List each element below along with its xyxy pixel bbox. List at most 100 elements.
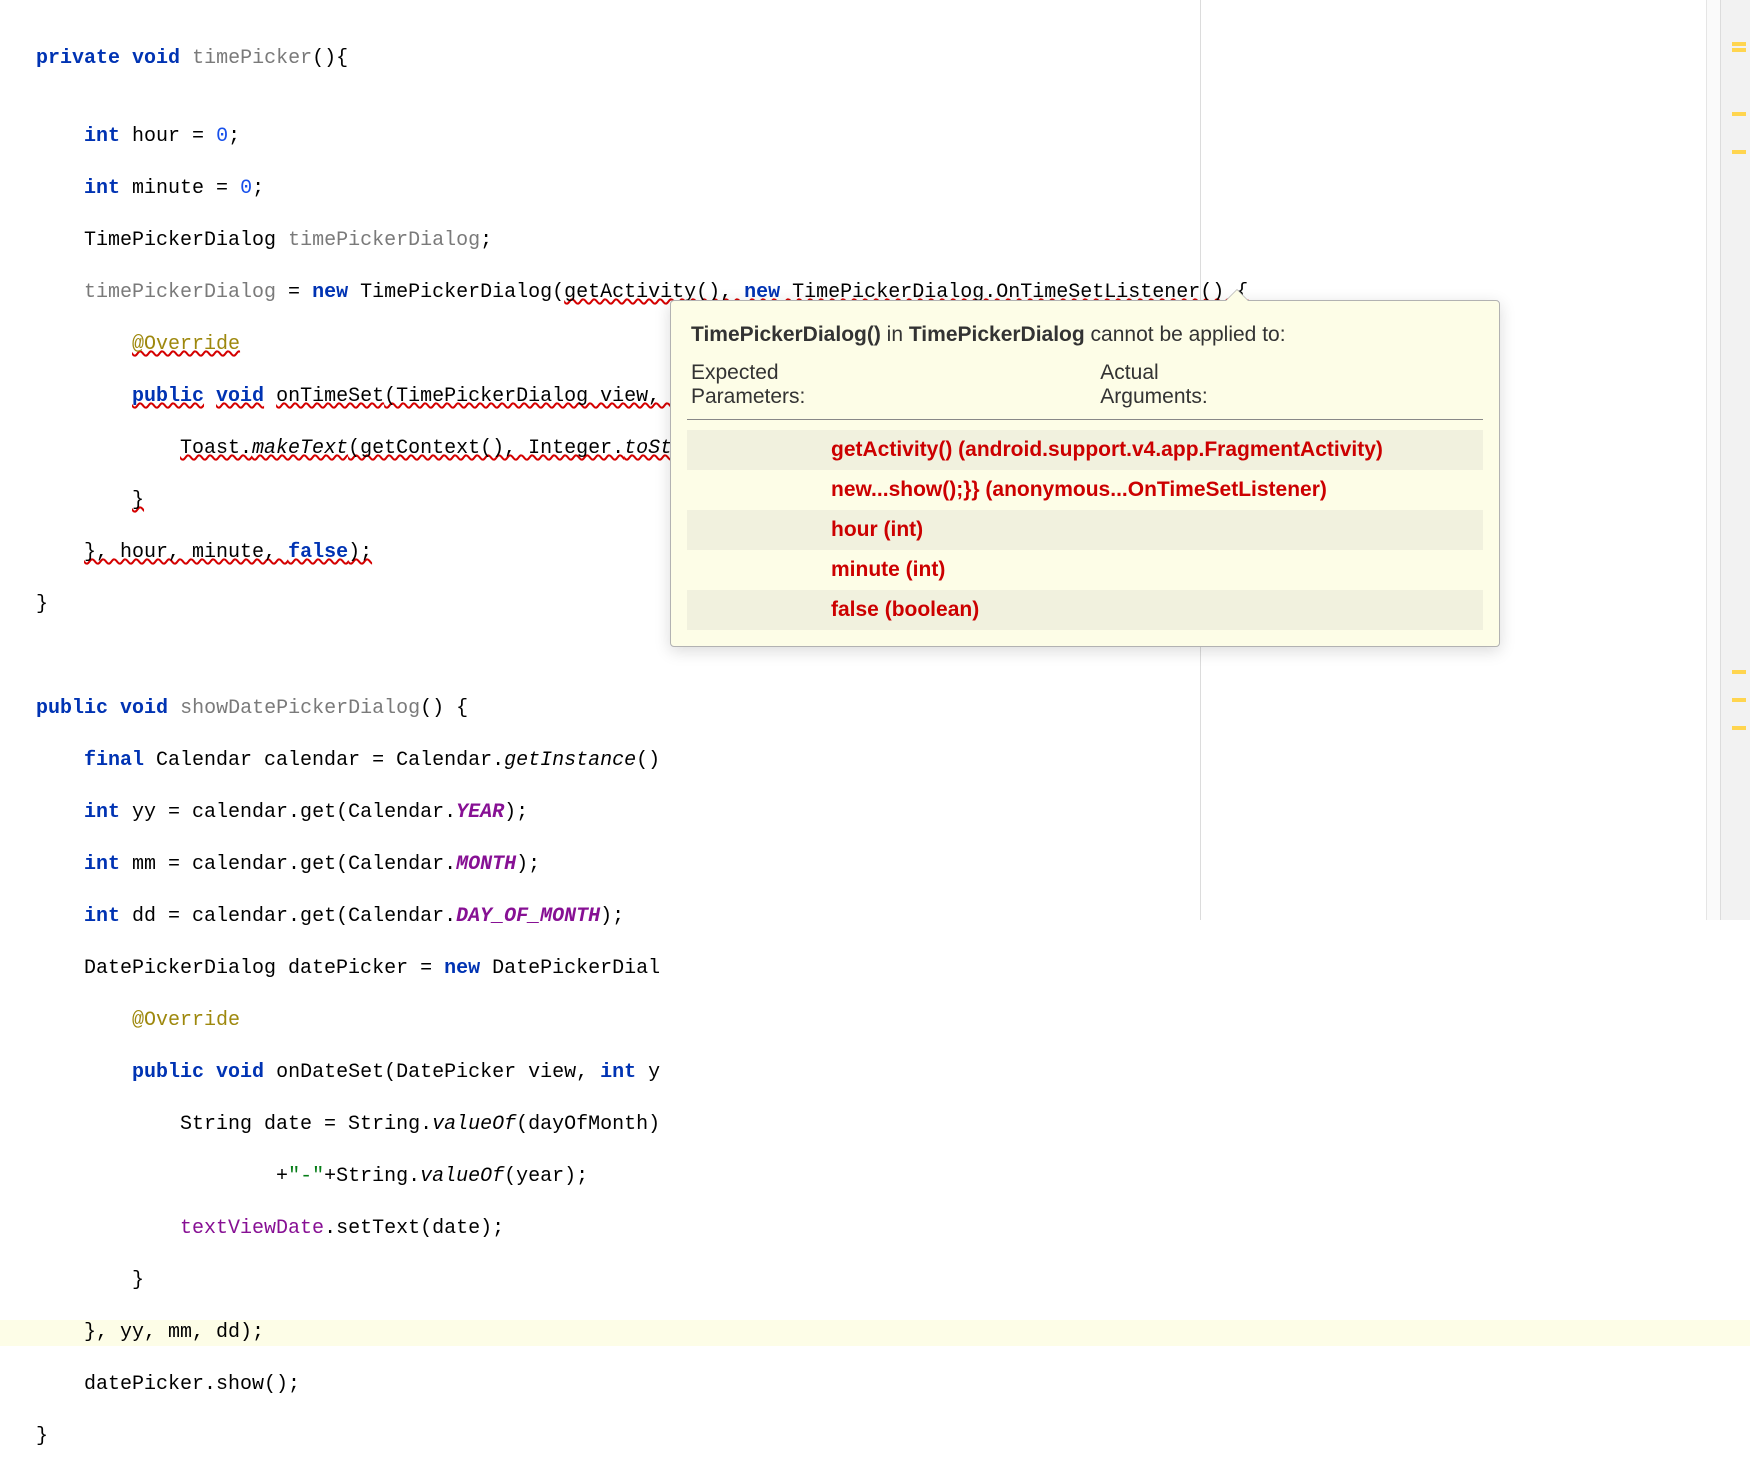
code-text: } bbox=[36, 593, 48, 616]
keyword: int bbox=[84, 853, 120, 876]
code-line[interactable]: int minute = 0; bbox=[0, 176, 1750, 202]
code-line[interactable]: } bbox=[0, 1268, 1750, 1294]
code-line[interactable]: final Calendar calendar = Calendar.getIn… bbox=[0, 748, 1750, 774]
code-text: (){ bbox=[312, 47, 348, 70]
code-line[interactable]: TimePickerDialog timePickerDialog; bbox=[0, 228, 1750, 254]
code-text: datePicker.show(); bbox=[84, 1373, 300, 1396]
method-name: showDatePickerDialog bbox=[180, 697, 420, 720]
code-line[interactable]: int dd = calendar.get(Calendar.DAY_OF_MO… bbox=[0, 904, 1750, 930]
constant: MONTH bbox=[456, 853, 516, 876]
method-name: timePicker bbox=[192, 47, 312, 70]
error-span: (getContext(), Integer. bbox=[348, 437, 624, 460]
code-line[interactable]: DatePickerDialog datePicker = new DatePi… bbox=[0, 956, 1750, 982]
error-span: } bbox=[132, 489, 144, 512]
keyword: final bbox=[84, 749, 144, 772]
param-actual: minute (int) bbox=[827, 550, 1483, 590]
annotation: @Override bbox=[132, 1009, 240, 1032]
code-text: TimePickerDialog bbox=[84, 229, 288, 252]
code-text: dd = calendar.get(Calendar. bbox=[120, 905, 456, 928]
code-text: (DatePicker view, bbox=[384, 1061, 600, 1084]
param-expected bbox=[687, 470, 827, 510]
static-method: valueOf bbox=[420, 1165, 504, 1188]
code-text: yy = calendar.get(Calendar. bbox=[120, 801, 456, 824]
keyword: int bbox=[84, 125, 120, 148]
code-text: (year); bbox=[504, 1165, 588, 1188]
code-line[interactable]: }, yy, mm, dd); bbox=[0, 1320, 1750, 1346]
keyword: int bbox=[84, 905, 120, 928]
tooltip-divider bbox=[687, 419, 1483, 420]
keyword: new bbox=[312, 281, 348, 304]
number: 0 bbox=[240, 177, 252, 200]
param-actual: hour (int) bbox=[827, 510, 1483, 550]
method-name: onDateSet bbox=[276, 1061, 384, 1084]
tooltip-title: TimePickerDialog() in TimePickerDialog c… bbox=[691, 323, 1479, 347]
keyword: public bbox=[132, 385, 204, 408]
code-text: mm = calendar.get(Calendar. bbox=[120, 853, 456, 876]
code-line[interactable]: private void timePicker(){ bbox=[0, 46, 1750, 72]
keyword: void bbox=[216, 1061, 264, 1084]
static-method: valueOf bbox=[432, 1113, 516, 1136]
keyword: public bbox=[132, 1061, 204, 1084]
tooltip-title-text: in bbox=[881, 323, 909, 346]
tooltip-header-expected: ExpectedParameters: bbox=[687, 359, 1096, 419]
code-text: hour = bbox=[132, 125, 216, 148]
constant: YEAR bbox=[456, 801, 504, 824]
code-text: .setText(date); bbox=[324, 1217, 504, 1240]
code-line[interactable]: int mm = calendar.get(Calendar.MONTH); bbox=[0, 852, 1750, 878]
tooltip-param-row: minute (int) bbox=[687, 550, 1483, 590]
keyword: false bbox=[288, 541, 348, 564]
code-text: () bbox=[636, 749, 660, 772]
static-method: makeText bbox=[252, 437, 348, 460]
param-actual: false (boolean) bbox=[827, 590, 1483, 630]
tooltip-params-table: getActivity() (android.support.v4.app.Fr… bbox=[687, 430, 1483, 630]
code-line[interactable]: +"-"+String.valueOf(year); bbox=[0, 1164, 1750, 1190]
static-method: getInstance bbox=[504, 749, 636, 772]
code-line[interactable]: textViewDate.setText(date); bbox=[0, 1216, 1750, 1242]
code-text: }, yy, mm, dd); bbox=[84, 1321, 264, 1344]
error-span: }, hour, minute, bbox=[84, 541, 288, 564]
tooltip-param-row: hour (int) bbox=[687, 510, 1483, 550]
tooltip-table: ExpectedParameters: ActualArguments: bbox=[687, 359, 1483, 419]
error-span: (TimePickerDialog view, bbox=[384, 385, 672, 408]
code-line[interactable]: } bbox=[0, 1424, 1750, 1450]
code-line[interactable]: datePicker.show(); bbox=[0, 1372, 1750, 1398]
string: "-" bbox=[288, 1165, 324, 1188]
code-text: } bbox=[132, 1269, 144, 1292]
code-line[interactable]: @Override bbox=[0, 1008, 1750, 1034]
code-text: ); bbox=[600, 905, 624, 928]
tooltip-title-method: TimePickerDialog() bbox=[691, 323, 881, 346]
code-text: y bbox=[636, 1061, 660, 1084]
param-actual: getActivity() (android.support.v4.app.Fr… bbox=[827, 430, 1483, 470]
keyword: void bbox=[216, 385, 264, 408]
tooltip-param-row: new...show();}} (anonymous...OnTimeSetLi… bbox=[687, 470, 1483, 510]
code-text: ); bbox=[516, 853, 540, 876]
tooltip-param-row: false (boolean) bbox=[687, 590, 1483, 630]
code-text: () { bbox=[420, 697, 468, 720]
error-span: ); bbox=[348, 541, 372, 564]
code-text: DatePickerDial bbox=[480, 957, 660, 980]
code-text: ; bbox=[228, 125, 240, 148]
tooltip-header-actual: ActualArguments: bbox=[1096, 359, 1483, 419]
code-line[interactable]: public void onDateSet(DatePicker view, i… bbox=[0, 1060, 1750, 1086]
constant: DAY_OF_MONTH bbox=[456, 905, 600, 928]
code-text: ); bbox=[504, 801, 528, 824]
code-text: } bbox=[36, 1425, 48, 1448]
code-text: ; bbox=[252, 177, 264, 200]
code-line[interactable]: int yy = calendar.get(Calendar.YEAR); bbox=[0, 800, 1750, 826]
code-text: String date = String. bbox=[180, 1113, 432, 1136]
keyword: public bbox=[36, 697, 108, 720]
keyword: new bbox=[444, 957, 480, 980]
number: 0 bbox=[216, 125, 228, 148]
keyword: int bbox=[84, 801, 120, 824]
code-text: Calendar calendar = Calendar. bbox=[144, 749, 504, 772]
param-expected bbox=[687, 590, 827, 630]
keyword: int bbox=[84, 177, 120, 200]
code-text: +String. bbox=[324, 1165, 420, 1188]
code-line[interactable]: String date = String.valueOf(dayOfMonth) bbox=[0, 1112, 1750, 1138]
field: textViewDate bbox=[180, 1217, 324, 1240]
code-text: = bbox=[276, 281, 312, 304]
code-line[interactable]: public void showDatePickerDialog() { bbox=[0, 696, 1750, 722]
code-line[interactable]: int hour = 0; bbox=[0, 124, 1750, 150]
param-expected bbox=[687, 510, 827, 550]
annotation: @Override bbox=[132, 333, 240, 356]
